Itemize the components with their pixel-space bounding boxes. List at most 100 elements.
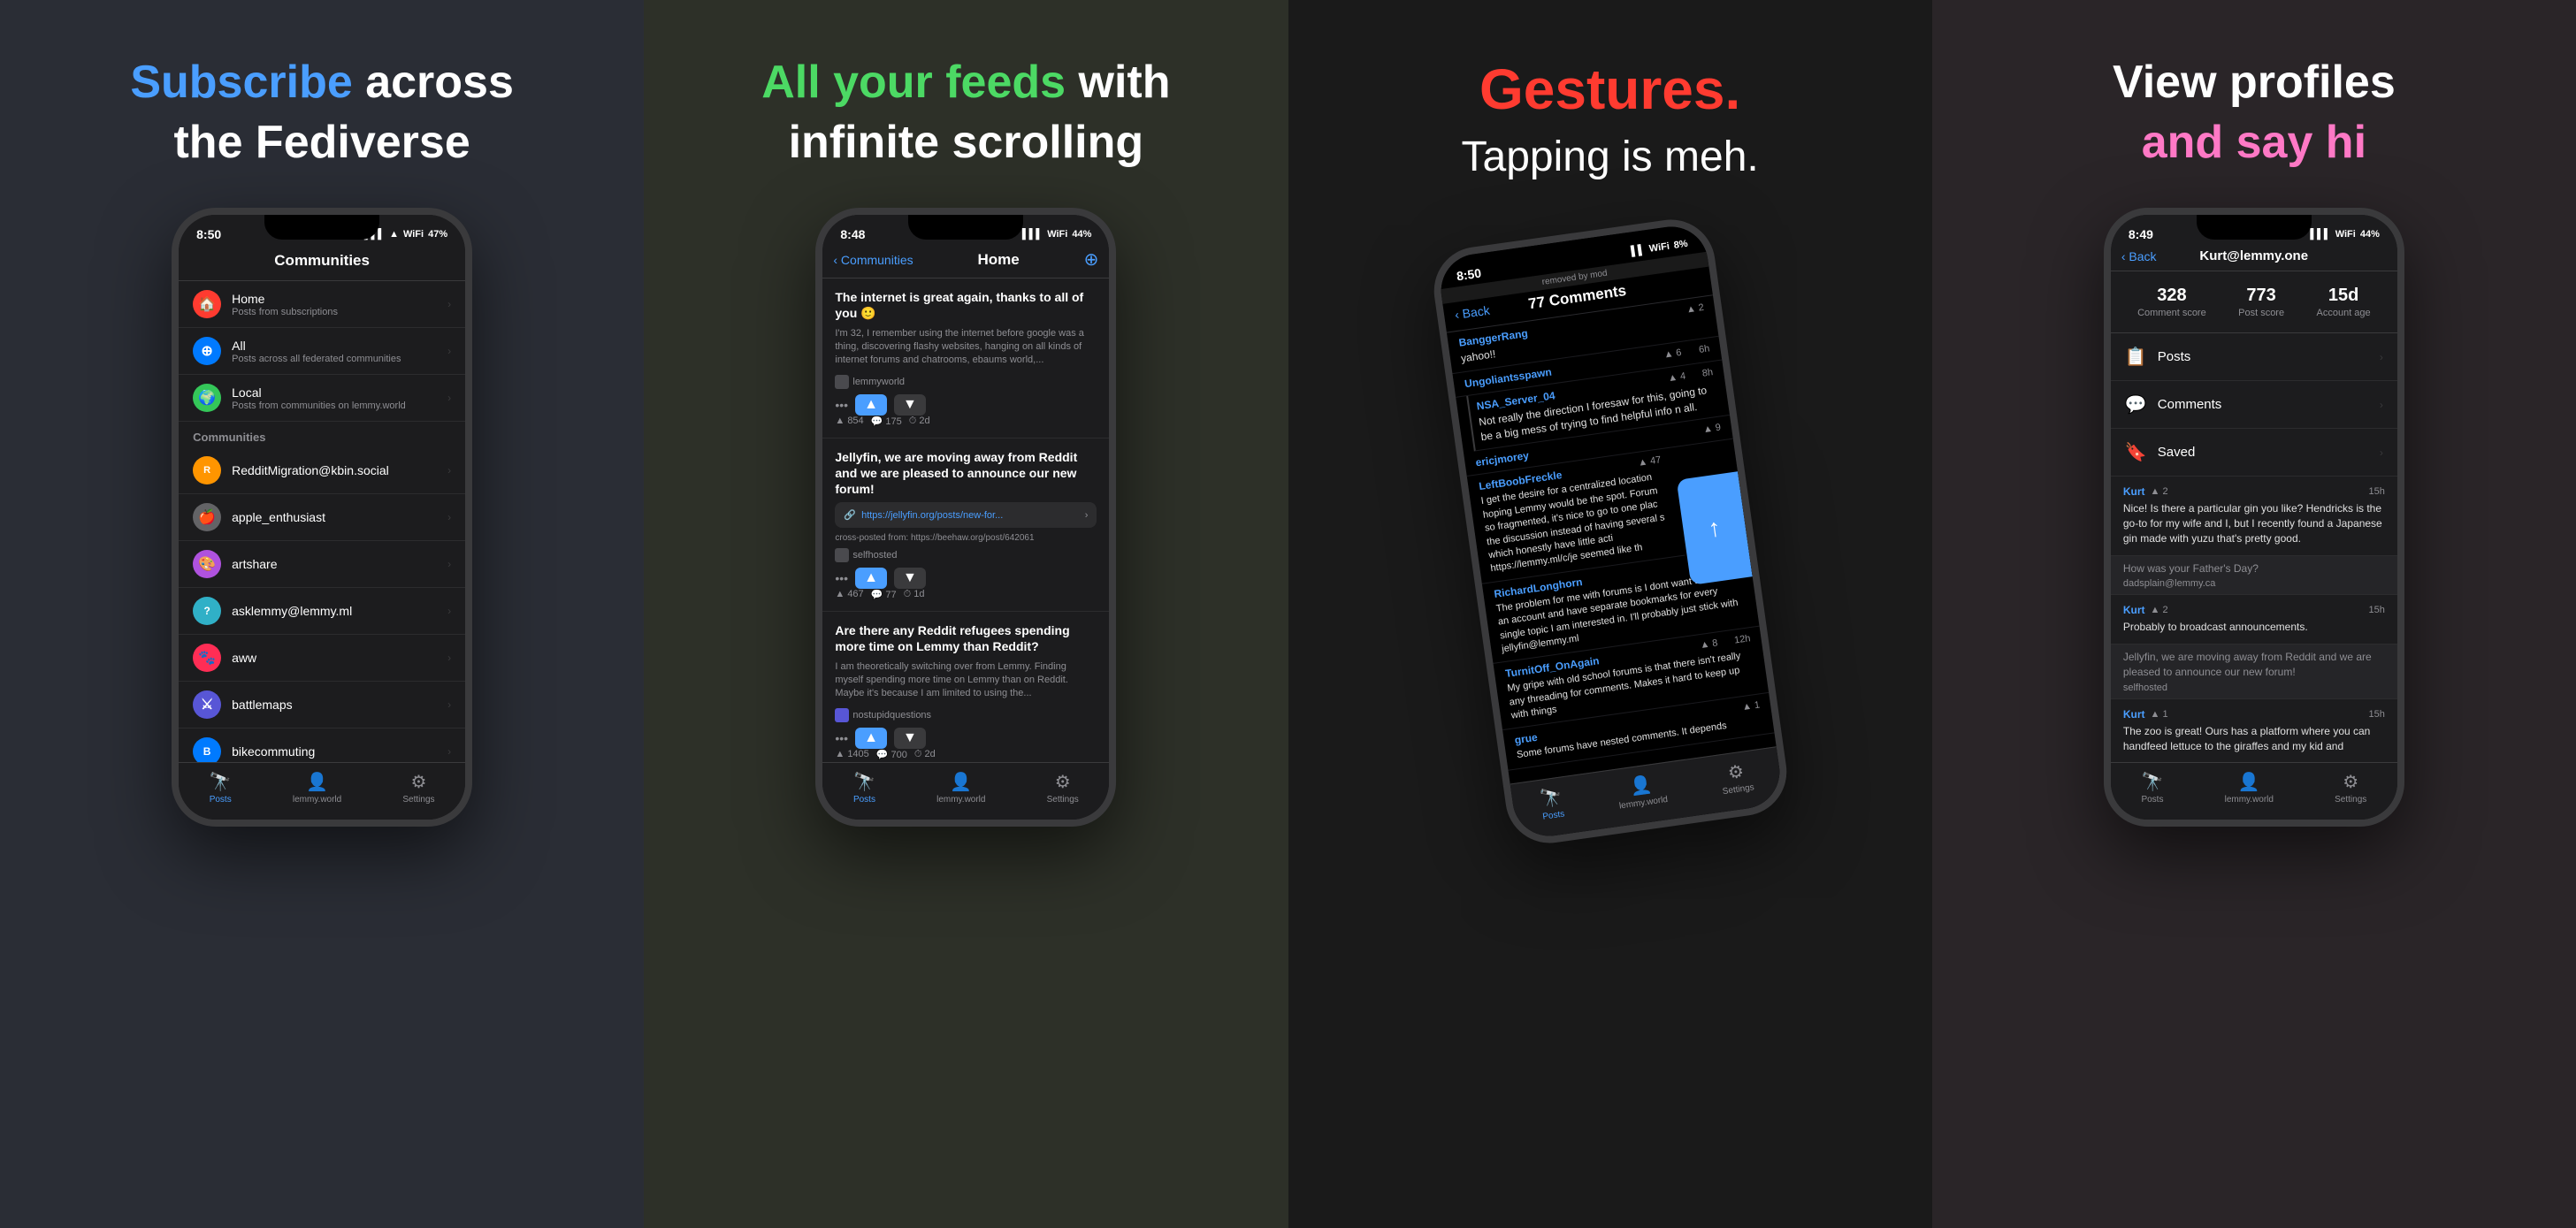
tab-profile[interactable]: 👤 lemmy.world: [293, 771, 341, 805]
gear-icon: ⚙: [410, 771, 426, 793]
section-label: Posts: [2158, 349, 2369, 364]
telescope-icon: 🔭: [2141, 771, 2163, 793]
stat-account-age: 15d Account age: [2317, 286, 2371, 318]
list-item[interactable]: ? asklemmy@lemmy.ml ›: [179, 588, 465, 635]
section-label: Comments: [2158, 397, 2369, 412]
more-icon[interactable]: •••: [835, 731, 848, 745]
post-age: ⏱ 1d: [904, 589, 925, 600]
community-sub: Posts from communities on lemmy.world: [232, 400, 437, 411]
post-link[interactable]: 🔗 https://jellyfin.org/posts/new-for... …: [835, 502, 1097, 528]
profile-comment-reply-1: How was your Father's Day? dadsplain@lem…: [2111, 556, 2397, 596]
phone-3: 8:50 ▌▌ WiFi 8% removed by mod ‹ Back 77…: [1428, 214, 1792, 849]
list-item[interactable]: 🍎 apple_enthusiast ›: [179, 494, 465, 541]
tab-settings[interactable]: ⚙ Settings: [1718, 759, 1754, 797]
downvote-button[interactable]: ▼: [894, 728, 926, 749]
comment-count: 💬 77: [871, 589, 897, 600]
comment-score: ▲ 9: [1702, 423, 1722, 438]
post-age: ⏱ 2d: [909, 416, 930, 427]
community-name: battlemaps: [232, 698, 437, 712]
telescope-icon: 🔭: [853, 771, 875, 793]
profile-comment-2[interactable]: Kurt ▲ 2 15h Probably to broadcast annou…: [2111, 595, 2397, 645]
profile-stats: 328 Comment score 773 Post score 15d Acc…: [2111, 271, 2397, 333]
feed-post-2[interactable]: Jellyfin, we are moving away from Reddit…: [822, 439, 1109, 613]
feed-post-1[interactable]: The internet is great again, thanks to a…: [822, 278, 1109, 439]
section-item-saved[interactable]: 🔖 Saved ›: [2111, 429, 2397, 477]
back-link[interactable]: ‹ Back: [2121, 249, 2157, 263]
add-button[interactable]: ⊕: [1084, 248, 1099, 271]
back-link[interactable]: ‹ Back: [1454, 302, 1491, 321]
upvote-button[interactable]: ▲: [855, 728, 887, 749]
tab-posts[interactable]: 🔭 Posts: [2141, 771, 2163, 805]
comment-score: ▲ 1: [1741, 700, 1761, 715]
section-item-posts[interactable]: 📋 Posts ›: [2111, 333, 2397, 381]
tab-settings[interactable]: ⚙ Settings: [402, 771, 434, 805]
chevron-right-icon: ›: [447, 345, 451, 357]
crosspost-info: cross-posted from: https://beehaw.org/po…: [835, 533, 1097, 543]
chevron-right-icon: ›: [1085, 510, 1089, 521]
downvote-button[interactable]: ▼: [894, 568, 926, 589]
saved-icon: 🔖: [2125, 441, 2147, 463]
panel-4-title-line2: and say hi: [2142, 117, 2366, 168]
community-name: bikecommuting: [232, 744, 437, 759]
back-link[interactable]: ‹ Communities: [833, 253, 913, 267]
list-item[interactable]: 🏠 Home Posts from subscriptions ›: [179, 281, 465, 328]
tab-profile[interactable]: 👤 lemmy.world: [2225, 771, 2274, 805]
more-icon[interactable]: •••: [835, 398, 848, 412]
list-item[interactable]: 🐾 aww ›: [179, 635, 465, 682]
community-name: All: [232, 339, 437, 353]
profile-comment-3[interactable]: Kurt ▲ 1 15h The zoo is great! Ours has …: [2111, 699, 2397, 764]
tab-label: lemmy.world: [293, 795, 341, 805]
panel-profiles: View profiles and say hi 8:49 ▌▌▌ WiFi 4…: [1932, 0, 2576, 1228]
community-icon: 🍎: [193, 503, 221, 531]
stat-label: Account age: [2317, 308, 2371, 318]
comment-score: ▲ 6 6h: [1663, 343, 1710, 362]
section-item-comments[interactable]: 💬 Comments ›: [2111, 381, 2397, 429]
post-actions: ••• ▲ ▼: [835, 728, 1097, 749]
chevron-right-icon: ›: [2380, 446, 2383, 459]
chevron-right-icon: ›: [2380, 351, 2383, 363]
community-name: Local: [232, 385, 437, 400]
tab-posts[interactable]: 🔭 Posts: [210, 771, 232, 805]
more-icon[interactable]: •••: [835, 571, 848, 585]
tab-label: lemmy.world: [2225, 795, 2274, 805]
community-icon: ⚔: [193, 690, 221, 719]
list-item[interactable]: ⊕ All Posts across all federated communi…: [179, 328, 465, 375]
chevron-right-icon: ›: [447, 605, 451, 617]
chevron-right-icon: ›: [447, 745, 451, 758]
post-body: I'm 32, I remember using the internet be…: [835, 327, 1097, 368]
link-icon: 🔗: [844, 509, 856, 521]
comment-score: ▲ 47: [1637, 454, 1662, 470]
source-icon: [835, 548, 849, 562]
upvote-button[interactable]: ▲: [855, 568, 887, 589]
list-item[interactable]: 🌍 Local Posts from communities on lemmy.…: [179, 375, 465, 422]
chevron-right-icon: ›: [447, 511, 451, 523]
downvote-button[interactable]: ▼: [894, 394, 926, 416]
tab-posts[interactable]: 🔭 Posts: [1539, 785, 1565, 821]
profile-comment-1[interactable]: Kurt ▲ 2 15h Nice! Is there a particular…: [2111, 477, 2397, 555]
comment-score: ▲ 1: [2151, 709, 2168, 720]
post-stats: ▲ 854 💬 175 ⏱ 2d: [835, 416, 1097, 427]
community-icon: 🐾: [193, 644, 221, 672]
tab-settings[interactable]: ⚙ Settings: [1047, 771, 1079, 805]
feed-post-3[interactable]: Are there any Reddit refugees spending m…: [822, 612, 1109, 772]
list-item[interactable]: ⚔ battlemaps ›: [179, 682, 465, 728]
panel-feeds: All your feeds withinfinite scrolling 8:…: [644, 0, 1288, 1228]
tab-profile[interactable]: 👤 lemmy.world: [936, 771, 985, 805]
person-icon: 👤: [950, 771, 972, 793]
comment-text: How was your Father's Day?: [2123, 561, 2385, 576]
list-item[interactable]: 🎨 artshare ›: [179, 541, 465, 588]
tab-profile[interactable]: 👤 lemmy.world: [1615, 771, 1668, 811]
tab-label: Posts: [853, 795, 875, 805]
community-icon: R: [193, 456, 221, 484]
community-icon-local: 🌍: [193, 384, 221, 412]
tab-label: Settings: [1722, 782, 1754, 797]
list-item[interactable]: R RedditMigration@kbin.social ›: [179, 447, 465, 494]
upvote-button[interactable]: ▲: [855, 394, 887, 416]
panel-3-subtitle: Tapping is meh.: [1462, 133, 1759, 180]
post-title: The internet is great again, thanks to a…: [835, 289, 1097, 321]
panel-2-title-highlight: All your feeds: [761, 57, 1066, 108]
comment-text: Nice! Is there a particular gin you like…: [2123, 501, 2385, 545]
tab-settings[interactable]: ⚙ Settings: [2335, 771, 2366, 805]
tab-posts[interactable]: 🔭 Posts: [853, 771, 875, 805]
comment-count: 💬 175: [871, 416, 902, 427]
